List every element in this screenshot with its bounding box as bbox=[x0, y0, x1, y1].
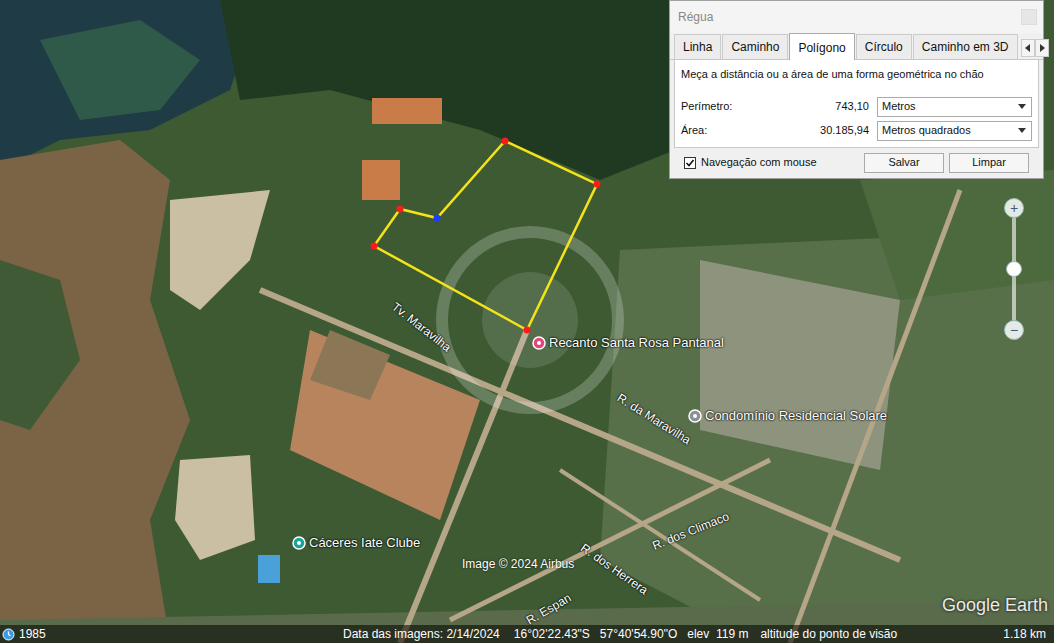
zoom-track[interactable] bbox=[1012, 218, 1016, 320]
eye-altitude: 1.18 km bbox=[1003, 625, 1054, 643]
down-arrow-icon bbox=[1017, 102, 1027, 112]
place-pin-icon bbox=[532, 336, 546, 350]
polygon-vertex[interactable] bbox=[502, 138, 509, 145]
dialog-button[interactable]: Limpar bbox=[949, 153, 1029, 173]
place-pin-icon bbox=[292, 536, 306, 550]
tool-description: Meça a distância ou a área de uma forma … bbox=[681, 66, 1032, 83]
tab[interactable]: Caminho bbox=[722, 34, 788, 59]
place-pin-icon bbox=[688, 409, 702, 423]
zoom-thumb[interactable] bbox=[1006, 261, 1022, 277]
ruler-dialog: Régua LinhaCaminhoPolígonoCírculoCaminho … bbox=[669, 0, 1044, 179]
polygon-vertex[interactable] bbox=[594, 181, 601, 188]
measure-label: Perímetro: bbox=[681, 98, 771, 115]
unit-select[interactable]: Metros quadrados bbox=[877, 121, 1032, 141]
historical-year[interactable]: 1985 bbox=[19, 625, 46, 643]
measure-row: Área:30.185,94Metros quadrados bbox=[681, 121, 1032, 141]
imagery-date: Data das imagens: 2/14/2024 bbox=[343, 625, 500, 643]
place-label[interactable]: Condomínio Residencial Solare bbox=[688, 406, 887, 426]
measure-value: 743,10 bbox=[771, 98, 877, 115]
zoom-control[interactable]: +− bbox=[1004, 198, 1024, 340]
tab[interactable]: Caminho em 3D bbox=[913, 34, 1018, 59]
polygon-vertex[interactable] bbox=[371, 243, 378, 250]
polygon-vertex[interactable] bbox=[397, 206, 404, 213]
measure-value: 30.185,94 bbox=[771, 122, 877, 139]
dialog-footer: Navegação com mouse SalvarLimpar bbox=[670, 148, 1043, 178]
close-button[interactable] bbox=[1021, 9, 1037, 25]
polygon-vertex[interactable] bbox=[524, 327, 531, 334]
imagery-credit: Image © 2024 Airbus bbox=[462, 555, 574, 573]
dialog-title-bar[interactable]: Régua bbox=[670, 1, 1043, 33]
tab-panel: Meça a distância ou a área de uma forma … bbox=[674, 60, 1039, 148]
tab-scroll-left[interactable] bbox=[1021, 39, 1035, 57]
historical-imagery-icon[interactable] bbox=[2, 628, 15, 641]
zoom-out-button[interactable]: − bbox=[1004, 320, 1024, 340]
place-label[interactable]: Cáceres Iate Clube bbox=[292, 533, 420, 553]
measure-label: Área: bbox=[681, 122, 771, 139]
google-earth: Tv. MaravilhaR. da MaravilhaR. dos Clima… bbox=[0, 0, 1054, 643]
zoom-in-button[interactable]: + bbox=[1004, 198, 1024, 218]
longitude: 57°40'54.90"O bbox=[600, 625, 677, 643]
measure-row: Perímetro:743,10Metros bbox=[681, 97, 1032, 117]
tab[interactable]: Polígono bbox=[789, 33, 854, 60]
google-earth-logo: Google Earth bbox=[942, 592, 1048, 619]
tab-bar: LinhaCaminhoPolígonoCírculoCaminho em 3D bbox=[670, 33, 1043, 60]
polygon-vertex[interactable] bbox=[434, 215, 441, 222]
down-arrow-icon bbox=[1017, 126, 1027, 136]
tab-scroll-right[interactable] bbox=[1035, 39, 1049, 57]
status-bar: 1985 Data das imagens: 2/14/2024 16°02'22.… bbox=[0, 625, 1054, 643]
elevation: elev 119 m bbox=[687, 625, 748, 643]
unit-select[interactable]: Metros bbox=[877, 97, 1032, 117]
latitude: 16°02'22.43"S bbox=[514, 625, 590, 643]
tab[interactable]: Linha bbox=[674, 34, 721, 59]
place-label[interactable]: Recanto Santa Rosa Pantanal bbox=[532, 333, 724, 353]
right-arrow-icon bbox=[1037, 43, 1047, 53]
dialog-button[interactable]: Salvar bbox=[864, 153, 944, 173]
dialog-title: Régua bbox=[678, 8, 713, 26]
mouse-navigation-checkbox[interactable]: Navegação com mouse bbox=[684, 154, 817, 171]
tab[interactable]: Círculo bbox=[856, 34, 912, 59]
left-arrow-icon bbox=[1023, 43, 1033, 53]
check-icon bbox=[685, 158, 695, 168]
eye-altitude-label: altitude do ponto de visão bbox=[760, 625, 897, 643]
